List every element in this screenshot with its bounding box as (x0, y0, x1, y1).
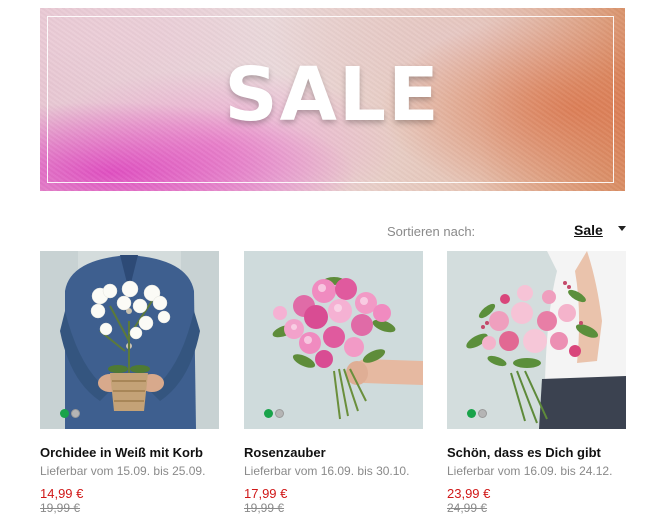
carousel-dot[interactable] (264, 409, 273, 418)
carousel-dot[interactable] (60, 409, 69, 418)
sort-dropdown[interactable]: Sale (574, 222, 626, 238)
product-name[interactable]: Orchidee in Weiß mit Korb (40, 445, 203, 460)
product-old-price: 19,99 € (244, 501, 285, 515)
image-carousel-dots[interactable] (264, 409, 284, 418)
product-card[interactable]: Schön, dass es Dich gibt Lieferbar vom 1… (447, 251, 626, 519)
product-card[interactable]: Orchidee in Weiß mit Korb Lieferbar vom … (40, 251, 219, 519)
carousel-dot[interactable] (71, 409, 80, 418)
product-image[interactable] (447, 251, 626, 429)
banner-title: SALE (224, 52, 441, 138)
sort-selected-value[interactable]: Sale (574, 222, 603, 238)
product-availability: Lieferbar vom 16.09. bis 24.12. (447, 464, 613, 478)
product-old-price: 24,99 € (447, 501, 488, 515)
chevron-down-icon[interactable] (618, 226, 626, 231)
product-name[interactable]: Schön, dass es Dich gibt (447, 445, 601, 460)
image-carousel-dots[interactable] (60, 409, 80, 418)
product-availability: Lieferbar vom 16.09. bis 30.10. (244, 464, 410, 478)
product-image[interactable] (244, 251, 423, 429)
carousel-dot[interactable] (275, 409, 284, 418)
carousel-dot[interactable] (478, 409, 487, 418)
product-price: 23,99 € (447, 486, 491, 501)
product-card[interactable]: Rosenzauber Lieferbar vom 16.09. bis 30.… (244, 251, 423, 519)
sort-label: Sortieren nach: (387, 224, 476, 239)
product-availability: Lieferbar vom 15.09. bis 25.09. (40, 464, 206, 478)
carousel-dot[interactable] (467, 409, 476, 418)
sale-banner[interactable]: SALE (40, 8, 625, 191)
image-carousel-dots[interactable] (467, 409, 487, 418)
product-price: 17,99 € (244, 486, 288, 501)
product-old-price: 19,99 € (40, 501, 81, 515)
product-price: 14,99 € (40, 486, 84, 501)
product-name[interactable]: Rosenzauber (244, 445, 326, 460)
product-image[interactable] (40, 251, 219, 429)
